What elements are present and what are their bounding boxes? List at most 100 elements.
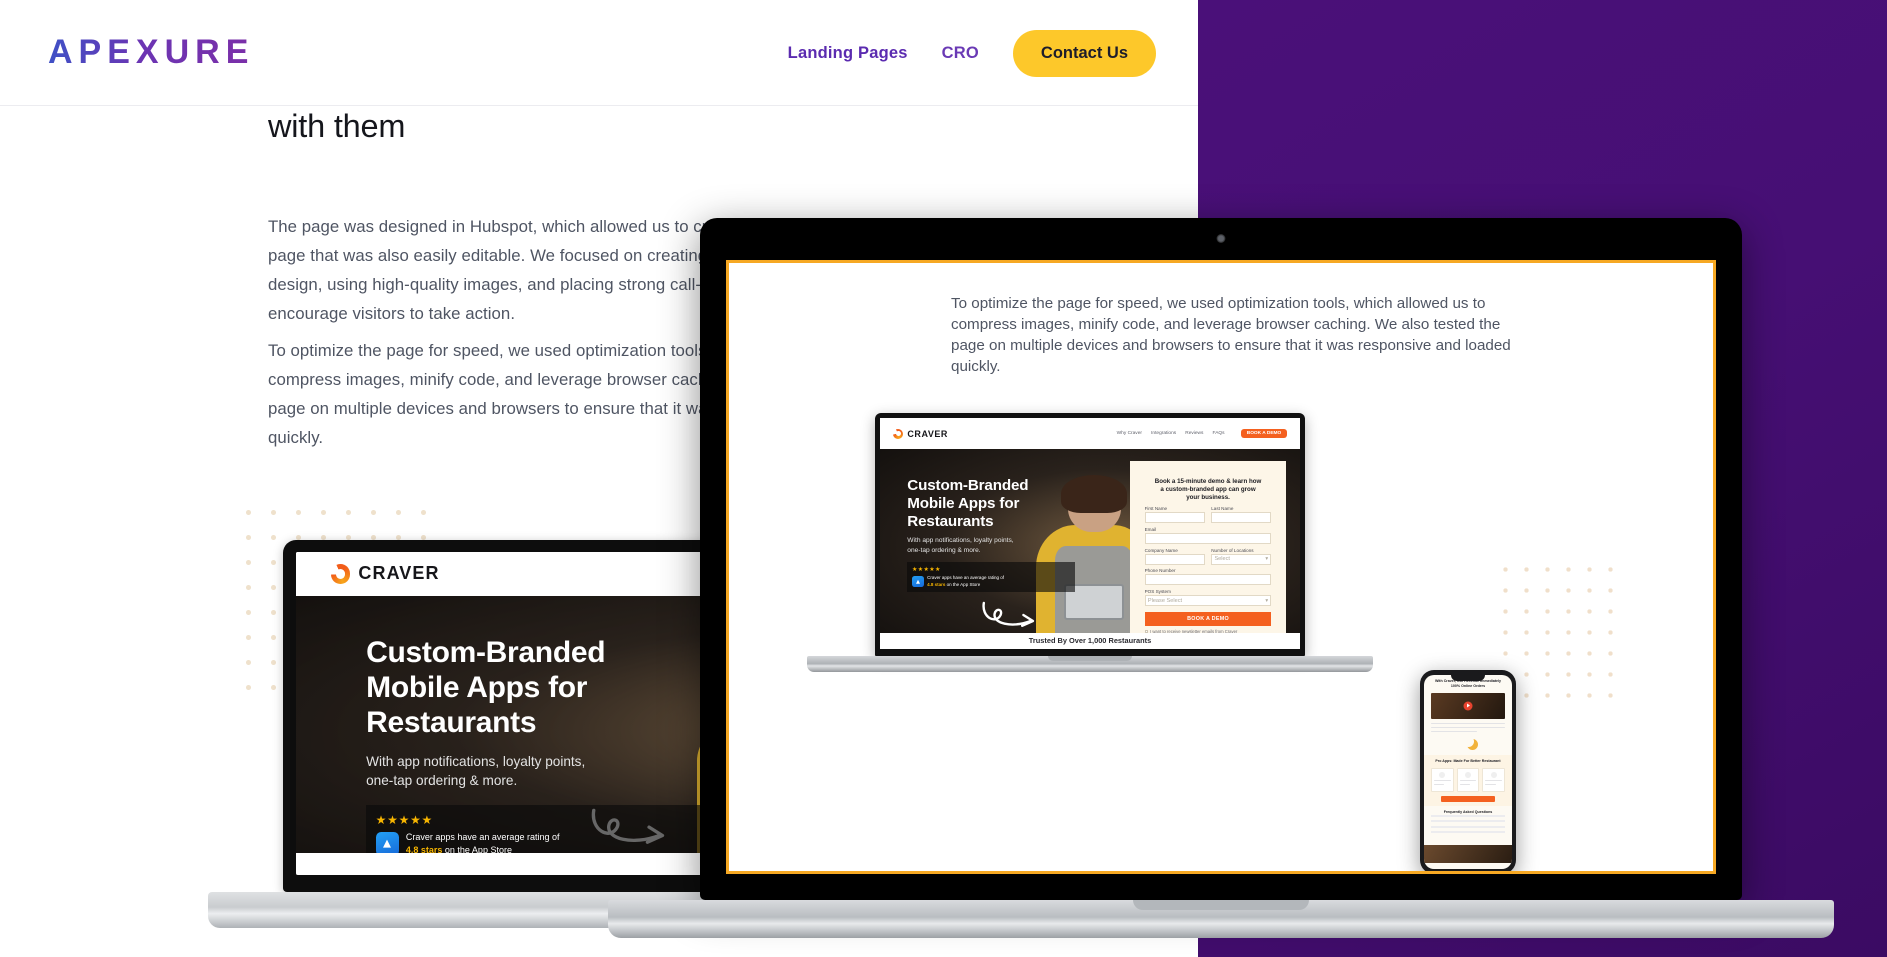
rating-text-nested: Craver apps have an average rating of 4.… xyxy=(927,575,1004,588)
nav-item-landing-pages[interactable]: Landing Pages xyxy=(788,44,908,63)
rating-stars-icon: ★★★★★ xyxy=(375,813,434,828)
hero-sub-line-1: With app notifications, loyalty points, xyxy=(907,537,1014,545)
text-line xyxy=(1431,726,1505,729)
rating-line-1: Craver apps have an average rating of xyxy=(927,575,1004,581)
phone-video-thumbnail[interactable] xyxy=(1431,692,1505,719)
rating-stars-icon: ★★★★★ xyxy=(912,567,941,574)
phone-viewport: With Craver, Our Revenue Immediately 100… xyxy=(1424,675,1512,869)
craver-nav-item-3-nested[interactable]: FAQs xyxy=(1213,431,1225,436)
nested-laptop-mockup: CRAVER Why Craver Integrations Reviews F… xyxy=(875,413,1305,656)
webcam-icon xyxy=(1216,234,1226,243)
feature-icon xyxy=(1439,771,1446,778)
craver-hero-copy-nested: Custom-Branded Mobile Apps for Restauran… xyxy=(907,477,1076,592)
rating-line-2: on the App Store xyxy=(945,581,981,587)
craver-nav-item-0-nested[interactable]: Why Craver xyxy=(1117,431,1142,436)
input-email[interactable] xyxy=(1144,532,1272,544)
craver-hero-heading-nested: Custom-Branded Mobile Apps for Restauran… xyxy=(907,477,1075,530)
foreground-laptop-screen: To optimize the page for speed, we used … xyxy=(700,218,1742,900)
label-first-name: First Name xyxy=(1144,506,1168,512)
site-header: APEXURE Landing Pages CRO Contact Us xyxy=(0,0,1198,106)
phone-band-title: Pro Apps: Made For Better Restaurant xyxy=(1435,759,1501,764)
craver-logo: CRAVER xyxy=(330,563,440,584)
curved-arrow-icon xyxy=(982,601,1035,628)
label-last-name: Last Name xyxy=(1211,506,1234,512)
nav-item-cro[interactable]: CRO xyxy=(942,44,979,63)
craver-nav-item-1-nested[interactable]: Integrations xyxy=(1151,431,1176,436)
play-icon[interactable] xyxy=(1463,701,1473,711)
overlay-screen-paragraph: To optimize the page for speed, we used … xyxy=(951,295,1511,375)
form-submit-button[interactable]: BOOK A DEMO xyxy=(1144,612,1272,626)
hero-heading-line-3: Restaurants xyxy=(907,512,994,530)
phone-cta-button[interactable] xyxy=(1441,795,1495,802)
crescent-moon-icon xyxy=(1463,736,1474,747)
text-line xyxy=(1434,779,1451,782)
craver-trust-footer-nested: Trusted By Over 1,000 Restaurants xyxy=(880,633,1300,649)
phone-mockup: With Craver, Our Revenue Immediately 100… xyxy=(1420,670,1516,871)
phone-feature-cards xyxy=(1431,767,1506,792)
phone-title-line-2: 100% Online Orders xyxy=(1450,684,1486,689)
form-title-line-3: your business. xyxy=(1186,494,1230,502)
faq-row[interactable] xyxy=(1431,815,1505,817)
feature-card xyxy=(1456,767,1480,792)
foreground-laptop-mockup: To optimize the page for speed, we used … xyxy=(608,218,1834,938)
craver-nav-cta-button-nested[interactable]: BOOK A DEMO xyxy=(1241,428,1287,439)
phone-bottom-image xyxy=(1424,844,1512,863)
feature-icon xyxy=(1465,771,1471,778)
input-first-name[interactable] xyxy=(1144,512,1205,523)
primary-navigation: Landing Pages CRO Contact Us xyxy=(788,0,1156,106)
phone-text-lines xyxy=(1431,722,1505,733)
craver-nav-links-nested: Why Craver Integrations Reviews FAQs xyxy=(1117,431,1225,436)
text-line xyxy=(1485,779,1503,782)
text-line xyxy=(1459,783,1470,786)
craver-logo-text: CRAVER xyxy=(358,563,440,584)
craver-hero-subtext-nested: With app notifications, loyalty points, … xyxy=(907,536,1075,555)
feature-card xyxy=(1431,767,1454,792)
label-pos: POS System xyxy=(1144,589,1171,595)
select-locations[interactable]: Select ▾ xyxy=(1211,553,1272,565)
apexure-wordmark-logo[interactable]: APEXURE xyxy=(48,33,254,72)
hero-sub-line-2: one-tap ordering & more. xyxy=(907,546,981,554)
phone-faq-section: Frequently Asked Questions xyxy=(1424,806,1512,841)
label-email: Email xyxy=(1144,526,1157,532)
foreground-laptop-viewport: To optimize the page for speed, we used … xyxy=(726,260,1716,874)
craver-demo-form-nested: Book a 15-minute demo & learn how a cust… xyxy=(1130,461,1286,634)
phone-hero-section: With Craver, Our Revenue Immediately 100… xyxy=(1424,675,1512,751)
page-root: designing a landing page that resonated … xyxy=(0,0,1887,957)
text-line xyxy=(1434,783,1445,786)
select-pos-value: Please Select xyxy=(1147,597,1183,604)
form-title-nested: Book a 15-minute demo & learn how a cust… xyxy=(1145,478,1272,502)
form-title-line-2: a custom-branded app can grow xyxy=(1160,486,1256,494)
phone-notch xyxy=(1451,675,1485,681)
foreground-laptop-base xyxy=(608,900,1834,938)
faq-row[interactable] xyxy=(1431,831,1505,834)
hero-heading-line-2: Mobile Apps for xyxy=(907,494,1020,512)
contact-us-button[interactable]: Contact Us xyxy=(1012,29,1156,77)
craver-rating-badge-nested: ★★★★★ Craver apps have an average rating… xyxy=(907,562,1076,592)
craver-logo-mark-icon xyxy=(330,563,351,584)
text-line xyxy=(1431,730,1477,733)
form-title-line-1: Book a 15-minute demo & learn how xyxy=(1154,477,1262,485)
feature-card xyxy=(1482,767,1506,792)
nested-laptop-viewport: CRAVER Why Craver Integrations Reviews F… xyxy=(880,418,1300,649)
hero-heading-line-1: Custom-Branded xyxy=(907,477,1029,495)
label-locations: Number of Locations xyxy=(1211,547,1254,553)
faq-row[interactable] xyxy=(1431,825,1505,828)
headline-line-2: with them xyxy=(268,108,406,144)
input-phone[interactable] xyxy=(1144,574,1272,586)
chevron-down-icon: ▾ xyxy=(1265,597,1269,604)
input-company[interactable] xyxy=(1144,553,1205,565)
faq-row[interactable] xyxy=(1431,820,1505,823)
craver-logo-mark-icon xyxy=(893,428,904,439)
craver-nav-item-2-nested[interactable]: Reviews xyxy=(1185,431,1203,436)
input-last-name[interactable] xyxy=(1211,512,1272,523)
chevron-down-icon: ▾ xyxy=(1265,556,1269,563)
craver-logo-text-nested: CRAVER xyxy=(907,428,948,439)
craver-hero-nested: Custom-Branded Mobile Apps for Restauran… xyxy=(880,449,1300,649)
label-phone: Phone Number xyxy=(1144,568,1176,574)
select-pos[interactable]: Please Select ▾ xyxy=(1144,595,1272,607)
craver-navbar-nested: CRAVER Why Craver Integrations Reviews F… xyxy=(880,418,1300,450)
label-company: Company Name xyxy=(1144,547,1178,553)
text-line xyxy=(1431,722,1505,725)
rating-value: 4.8 stars xyxy=(927,581,946,587)
select-locations-value: Select xyxy=(1214,556,1230,563)
